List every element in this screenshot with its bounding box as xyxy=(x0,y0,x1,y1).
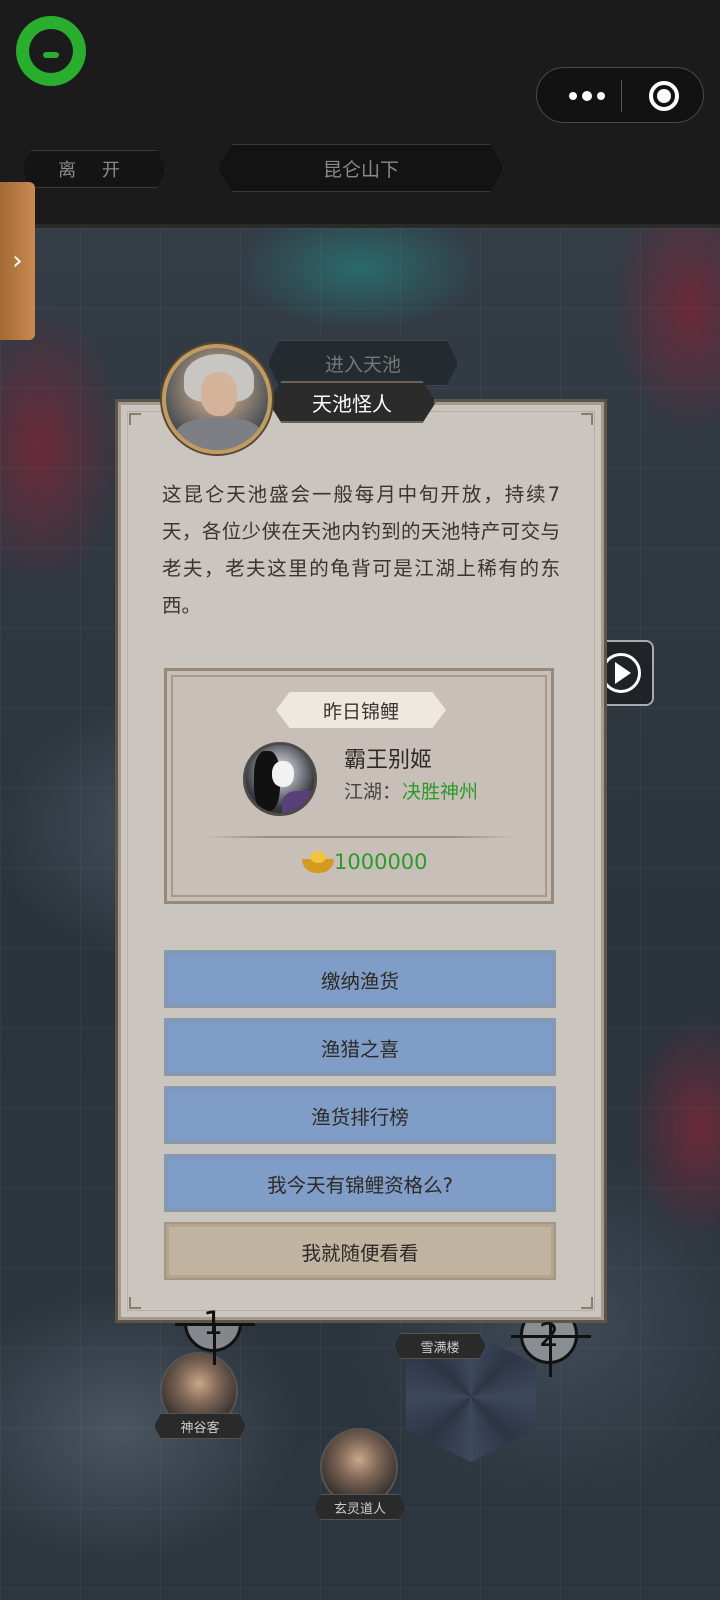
chevron-right-icon: › xyxy=(12,246,23,276)
enter-pool-button[interactable]: 进入天池 xyxy=(268,340,458,386)
koi-divider xyxy=(204,836,516,838)
top-bar: 离 开 昆仑山下 xyxy=(0,0,720,228)
leave-button[interactable]: 离 开 xyxy=(22,150,166,188)
more-dots-icon[interactable] xyxy=(555,68,619,124)
option-catch-ranking[interactable]: 渔货排行榜 xyxy=(164,1086,556,1144)
target-close-icon[interactable] xyxy=(649,81,679,111)
option-fishing-joy[interactable]: 渔猎之喜 xyxy=(164,1018,556,1076)
speaker-name: 天池怪人 xyxy=(268,381,436,423)
option-koi-eligibility[interactable]: 我今天有锦鲤资格么? xyxy=(164,1154,556,1212)
koi-player-name: 霸王别姬 xyxy=(344,748,433,773)
gold-ingot-icon xyxy=(302,851,334,873)
location-title: 昆仑山下 xyxy=(218,144,504,192)
dialog-text: 这昆仑天池盛会一般每月中旬开放，持续7天，各位少侠在天池内钓到的天池特产可交与老… xyxy=(162,483,560,617)
koi-reward: 1000000 xyxy=(334,850,428,874)
npc-tag[interactable]: 雪满楼 xyxy=(394,1333,486,1359)
koi-guild-label: 江湖： xyxy=(344,781,402,803)
option-submit-catch[interactable]: 缴纳渔货 xyxy=(164,950,556,1008)
koi-player-avatar xyxy=(243,742,317,816)
npc-tag[interactable]: 神谷客 xyxy=(154,1413,246,1439)
npc-tag[interactable]: 玄灵道人 xyxy=(314,1494,406,1520)
capsule-divider xyxy=(621,80,622,112)
side-panel-toggle[interactable]: › xyxy=(0,182,35,340)
koi-guild-name: 决胜神州 xyxy=(402,781,479,803)
speaker-avatar xyxy=(162,344,272,454)
mini-program-capsule xyxy=(536,67,704,123)
koi-label: 昨日锦鲤 xyxy=(276,692,446,728)
chat-bubble-icon[interactable] xyxy=(16,16,86,86)
option-just-browse[interactable]: 我就随便看看 xyxy=(164,1222,556,1280)
